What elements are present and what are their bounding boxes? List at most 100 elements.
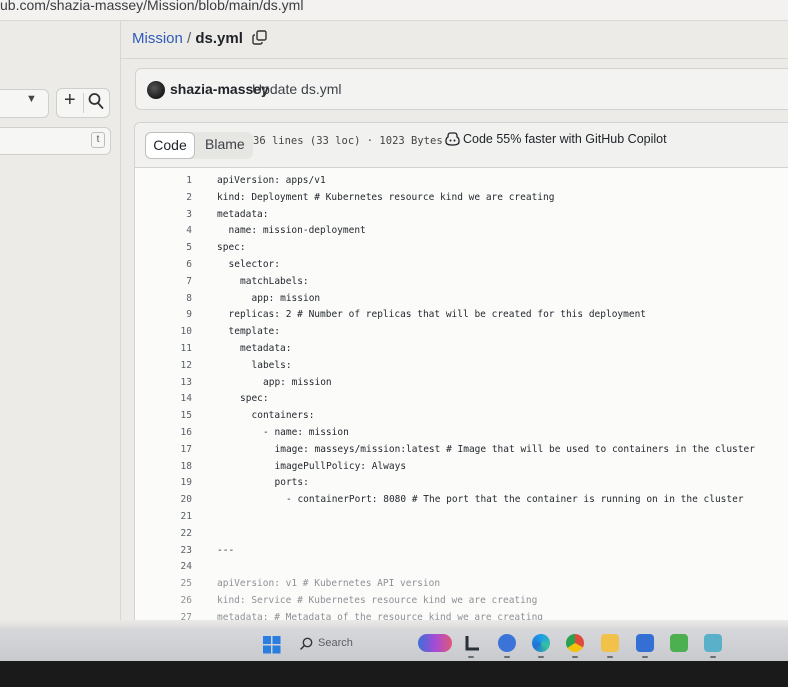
line-code: spec:: [217, 242, 246, 254]
line-code: replicas: 2 # Number of replicas that wi…: [228, 309, 647, 321]
file-actions-group: +: [56, 88, 110, 118]
taskbar-search[interactable]: Search: [293, 632, 413, 656]
latest-commit-box: shazia-massey Update ds.yml: [135, 68, 788, 110]
monitor-bezel: [0, 661, 788, 687]
code-tab[interactable]: Code: [145, 132, 195, 159]
copilot-icon: [445, 132, 460, 146]
code-line: 5 spec:: [135, 242, 788, 258]
copilot-app-icon[interactable]: [418, 634, 452, 652]
line-number[interactable]: 11: [155, 343, 192, 354]
file-filter-input[interactable]: t: [0, 127, 111, 155]
code-line: 19 ports:: [135, 477, 788, 493]
active-indicator: [607, 656, 613, 658]
copilot-promo-text: Code 55% faster with GitHub Copilot: [463, 132, 667, 146]
blame-tab[interactable]: Blame: [205, 136, 245, 152]
line-number[interactable]: 25: [155, 578, 192, 589]
add-file-button[interactable]: +: [64, 89, 76, 112]
code-line: 24: [135, 561, 788, 577]
line-code: labels:: [251, 359, 292, 371]
commit-message-link[interactable]: Update ds.yml: [252, 81, 341, 97]
code-line: 25 apiVersion: v1 # Kubernetes API versio…: [135, 578, 788, 594]
header-divider: [121, 58, 788, 59]
line-number[interactable]: 23: [155, 545, 192, 556]
address-bar[interactable]: ub.com/shazia-massey/Mission/blob/main/d…: [0, 0, 788, 21]
line-number[interactable]: 6: [155, 259, 192, 270]
code-line: 20 - containerPort: 8080 # The port that …: [135, 494, 788, 510]
line-number[interactable]: 5: [155, 242, 192, 253]
line-number[interactable]: 22: [155, 528, 192, 539]
copilot-promo-link[interactable]: Code 55% faster with GitHub Copilot: [445, 132, 667, 146]
line-code: matchLabels:: [240, 275, 309, 287]
line-number[interactable]: 10: [155, 326, 192, 337]
line-code: app: mission: [263, 376, 332, 388]
code-line: 22: [135, 528, 788, 544]
breadcrumb-repo-link[interactable]: Mission: [132, 30, 183, 47]
line-number[interactable]: 3: [155, 209, 192, 220]
line-number[interactable]: 19: [155, 477, 192, 488]
url-text[interactable]: ub.com/shazia-massey/Mission/blob/main/d…: [0, 0, 303, 13]
line-code: containers:: [251, 410, 315, 422]
line-number[interactable]: 1: [155, 175, 192, 186]
copy-path-button[interactable]: [252, 30, 267, 49]
line-number[interactable]: 12: [155, 360, 192, 371]
search-files-button[interactable]: [88, 92, 104, 115]
line-code: selector:: [228, 259, 280, 270]
code-line: 11 metadata:: [135, 343, 788, 359]
avatar[interactable]: [147, 81, 165, 99]
line-number[interactable]: 20: [155, 494, 192, 505]
line-code: apiVersion: v1 # Kubernetes API version: [217, 578, 441, 590]
edge-icon[interactable]: [532, 634, 550, 652]
line-number[interactable]: 8: [155, 293, 192, 304]
line-code: app: mission: [251, 292, 321, 304]
chat-icon[interactable]: [498, 634, 516, 652]
line-code: name: mission-deployment: [228, 225, 366, 237]
start-button[interactable]: [263, 636, 281, 659]
code-line: 23 ---: [135, 545, 788, 561]
line-code: image: masseys/mission:latest # Image th…: [274, 443, 755, 455]
sidebar-divider: [120, 20, 121, 620]
store-icon[interactable]: [636, 634, 654, 652]
triangle-down-icon: ▼: [26, 93, 37, 105]
taskbar-search-placeholder: Search: [318, 637, 353, 649]
line-number[interactable]: 21: [155, 511, 192, 522]
line-number[interactable]: 18: [155, 461, 192, 472]
line-number[interactable]: 9: [155, 309, 192, 320]
file-info: 36 lines (33 loc) · 1023 Bytes: [253, 135, 443, 147]
code-line: 3 metadata:: [135, 209, 788, 225]
line-number[interactable]: 4: [155, 225, 192, 236]
line-code: apiVersion: apps/v1: [217, 175, 326, 186]
line-number[interactable]: 16: [155, 427, 192, 438]
taskbar: Search: [0, 628, 788, 661]
line-number[interactable]: 14: [155, 393, 192, 404]
active-indicator: [572, 656, 578, 658]
line-number[interactable]: 2: [155, 192, 192, 203]
line-number[interactable]: 17: [155, 444, 192, 455]
line-number[interactable]: 26: [155, 595, 192, 606]
line-code: ---: [217, 544, 235, 556]
code-line: 2 kind: Deployment # Kubernetes resource …: [135, 192, 788, 208]
line-number[interactable]: 24: [155, 561, 192, 572]
line-number[interactable]: 15: [155, 410, 192, 421]
chrome-icon[interactable]: [566, 634, 584, 652]
recycle-icon[interactable]: [704, 634, 722, 652]
breadcrumb-file-name: ds.yml: [195, 30, 243, 47]
terminal-icon[interactable]: [464, 634, 482, 652]
line-code: kind: Service # Kubernetes resource kind…: [217, 595, 538, 606]
line-number[interactable]: 13: [155, 377, 192, 388]
branch-select[interactable]: ▼: [0, 89, 49, 118]
line-number[interactable]: 7: [155, 276, 192, 287]
code-line: 21: [135, 511, 788, 527]
code-viewer-header: Code Blame 36 lines (33 loc) · 1023 Byte…: [135, 123, 788, 168]
sway-icon[interactable]: [670, 634, 688, 652]
active-indicator: [538, 656, 544, 658]
code-line: 9 replicas: 2 # Number of replicas that w…: [135, 309, 788, 325]
copy-icon: [252, 30, 267, 45]
line-code: template:: [228, 326, 280, 338]
code-viewer: Code Blame 36 lines (33 loc) · 1023 Byte…: [134, 122, 788, 629]
line-code: metadata:: [217, 208, 269, 220]
code-line: 6 selector:: [135, 259, 788, 275]
active-indicator: [710, 656, 716, 658]
file-explorer-icon[interactable]: [601, 634, 619, 652]
code-line: 17 image: masseys/mission:latest # Image …: [135, 444, 788, 460]
code-line: 12 labels:: [135, 360, 788, 376]
